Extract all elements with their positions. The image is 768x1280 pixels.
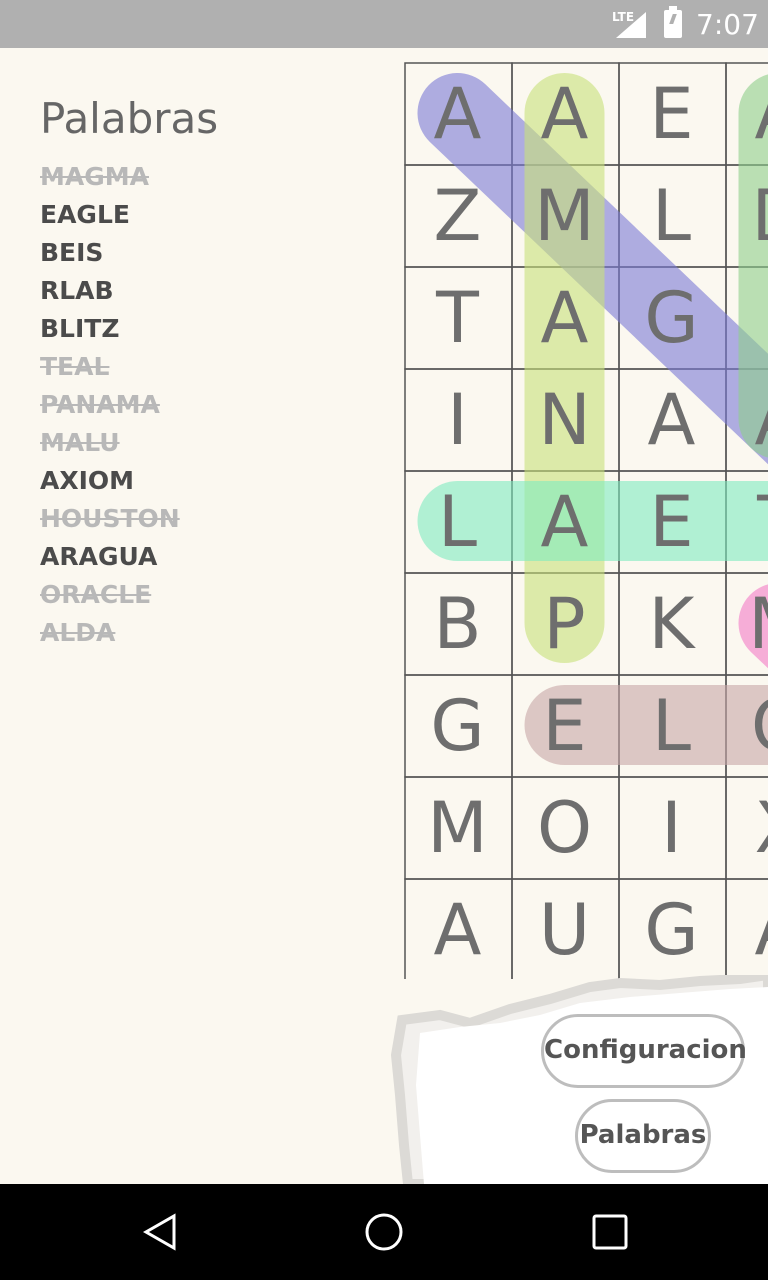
- grid-letter[interactable]: L: [652, 685, 691, 767]
- grid-letter[interactable]: U: [539, 889, 590, 971]
- word-item: ORACLE: [40, 580, 152, 609]
- word-item: BLITZ: [40, 314, 120, 343]
- status-bar: LTE 7:07: [0, 0, 768, 48]
- back-icon[interactable]: [140, 1212, 180, 1252]
- word-item: PANAMA: [40, 390, 160, 419]
- grid-letter[interactable]: T: [756, 481, 768, 563]
- word-item: AXIOM: [40, 466, 135, 495]
- word-item: RLAB: [40, 276, 114, 305]
- grid-letter[interactable]: A: [755, 889, 768, 971]
- words-button[interactable]: Palabras: [575, 1099, 711, 1173]
- nav-bar: [0, 1184, 768, 1280]
- grid-letter[interactable]: B: [433, 583, 481, 665]
- grid-letter[interactable]: G: [430, 685, 484, 767]
- grid-letter[interactable]: G: [644, 889, 698, 971]
- signal-icon: [616, 12, 646, 38]
- grid-letter[interactable]: N: [538, 379, 590, 461]
- grid-letter[interactable]: M: [748, 583, 768, 665]
- word-item: MAGMA: [40, 162, 149, 191]
- grid-letter[interactable]: G: [644, 277, 698, 359]
- grid-letter[interactable]: T: [435, 277, 479, 359]
- grid-letter[interactable]: Z: [434, 175, 482, 257]
- grid-letter[interactable]: E: [649, 73, 693, 155]
- grid-letter[interactable]: A: [434, 73, 482, 155]
- word-item: EAGLE: [40, 200, 130, 229]
- letter-grid[interactable]: AAEAZMLDTAGIINAALAETBPKMGELOMOIXAUGA: [404, 62, 768, 979]
- grid-letter[interactable]: A: [541, 277, 589, 359]
- config-button[interactable]: Configuracion: [541, 1014, 747, 1088]
- grid-letter[interactable]: O: [537, 787, 592, 869]
- word-item: MALU: [40, 428, 120, 457]
- battery-icon: [664, 6, 682, 38]
- grid-letter[interactable]: A: [541, 73, 589, 155]
- grid-letter[interactable]: I: [661, 787, 682, 869]
- grid-letter[interactable]: K: [649, 583, 697, 665]
- word-item: BEIS: [40, 238, 104, 267]
- grid-letter[interactable]: E: [542, 685, 586, 767]
- recents-icon[interactable]: [590, 1212, 630, 1252]
- grid-letter[interactable]: A: [434, 889, 482, 971]
- grid-letter[interactable]: M: [427, 787, 487, 869]
- grid-letter[interactable]: L: [438, 481, 477, 563]
- grid-letter[interactable]: E: [649, 481, 693, 563]
- clock: 7:07: [696, 8, 759, 41]
- grid-letter[interactable]: I: [447, 379, 468, 461]
- grid-letter[interactable]: A: [755, 379, 768, 461]
- grid-letter[interactable]: L: [652, 175, 691, 257]
- grid-letter[interactable]: A: [648, 379, 696, 461]
- word-item: HOUSTON: [40, 504, 180, 533]
- word-highlight: [417, 73, 768, 465]
- grid-letter[interactable]: A: [755, 73, 768, 155]
- words-title: Palabras: [40, 94, 219, 143]
- grid-letter[interactable]: A: [541, 481, 589, 563]
- word-item: ARAGUA: [40, 542, 158, 571]
- home-icon[interactable]: [364, 1212, 404, 1252]
- grid-letter[interactable]: P: [543, 583, 585, 665]
- word-item: TEAL: [40, 352, 110, 381]
- word-item: ALDA: [40, 618, 116, 647]
- grid-letter[interactable]: D: [752, 175, 768, 257]
- grid-letter[interactable]: O: [751, 685, 768, 767]
- word-list: MAGMA EAGLE BEIS RLAB BLITZ TEAL PANAMA MALU AXI…: [40, 160, 180, 654]
- grid-letter[interactable]: X: [755, 787, 768, 869]
- grid-letter[interactable]: M: [534, 175, 594, 257]
